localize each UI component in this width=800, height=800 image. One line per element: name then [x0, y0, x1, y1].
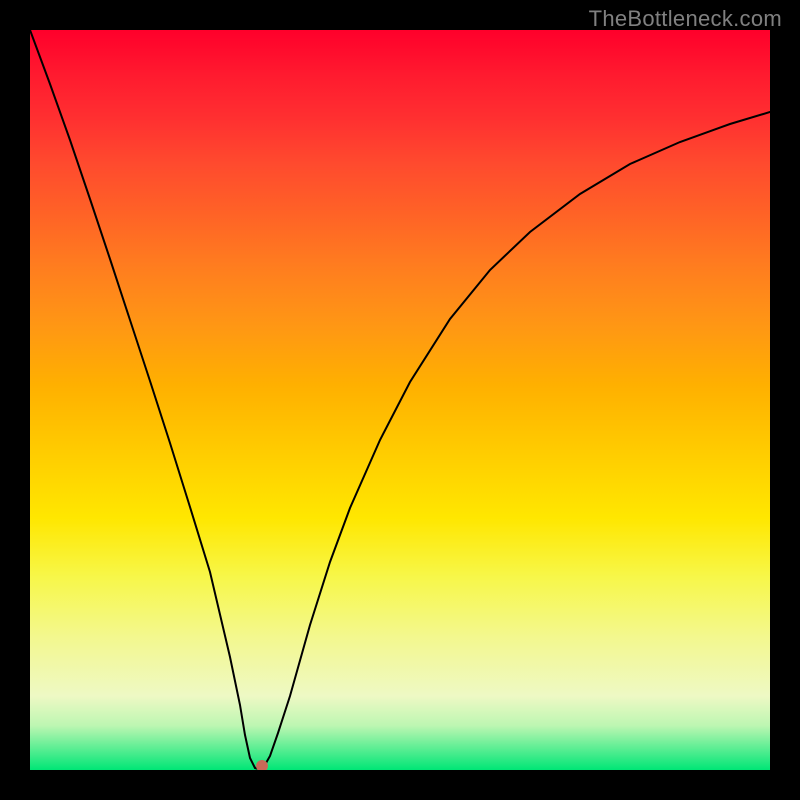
- plot-svg: [30, 30, 770, 770]
- chart-frame: TheBottleneck.com: [0, 0, 800, 800]
- bottleneck-curve: [30, 30, 770, 770]
- watermark: TheBottleneck.com: [589, 6, 782, 32]
- plot-area: [30, 30, 770, 770]
